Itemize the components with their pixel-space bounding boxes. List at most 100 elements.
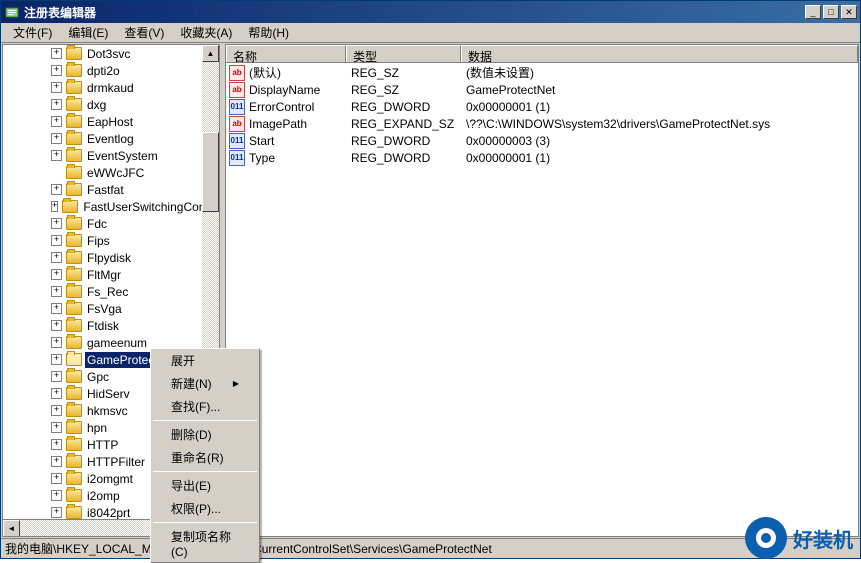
folder-icon [66, 268, 82, 281]
tree-item[interactable]: + Ftdisk [51, 317, 219, 334]
tree-item[interactable]: +Dot3svc [51, 45, 219, 62]
ctx-expand[interactable]: 展开 [151, 349, 259, 372]
tree-label: EapHost [85, 114, 135, 130]
tree-item[interactable]: +Fdc [51, 215, 219, 232]
tree-label: dpti2o [85, 63, 122, 79]
tree-expand-icon[interactable]: + [51, 116, 62, 127]
list-row[interactable]: 011ErrorControlREG_DWORD0x00000001 (1) [227, 98, 857, 115]
folder-icon [66, 234, 82, 247]
folder-icon [66, 149, 82, 162]
tree-expand-icon[interactable]: + [51, 252, 62, 263]
tree-expand-icon[interactable]: + [51, 473, 62, 484]
tree-expand-icon[interactable]: + [51, 507, 62, 518]
tree-expand-icon[interactable]: + [51, 320, 62, 331]
ctx-permissions[interactable]: 权限(P)... [151, 497, 259, 520]
ctx-new[interactable]: 新建(N)▶ [151, 372, 259, 395]
column-name[interactable]: 名称 [226, 45, 346, 62]
tree-item[interactable]: +Fastfat [51, 181, 219, 198]
tree-expand-icon[interactable]: + [51, 439, 62, 450]
value-name: Type [249, 151, 275, 165]
tree-label: eWWcJFC [85, 165, 146, 181]
close-button[interactable]: ✕ [841, 5, 857, 19]
tree-item[interactable]: +FastUserSwitchingCompatibility [51, 198, 219, 215]
watermark: 好装机 [745, 517, 853, 559]
folder-icon [66, 251, 82, 264]
tree-expand-icon[interactable]: + [51, 133, 62, 144]
tree-item[interactable]: +FsVga [51, 300, 219, 317]
scroll-left-button[interactable]: ◄ [3, 520, 20, 537]
folder-icon [66, 132, 82, 145]
maximize-button[interactable]: □ [823, 5, 839, 19]
tree-expand-icon[interactable]: + [51, 337, 62, 348]
tree-expand-icon[interactable]: + [51, 354, 62, 365]
tree-expand-icon[interactable]: + [51, 235, 62, 246]
tree-expand-icon[interactable]: + [51, 184, 62, 195]
tree-expand-icon[interactable]: + [51, 99, 62, 110]
tree-expand-icon[interactable]: + [51, 422, 62, 433]
menu-file[interactable]: 文件(F) [5, 22, 60, 43]
tree-label: HTTPFilter [85, 454, 147, 470]
ctx-rename[interactable]: 重命名(R) [151, 446, 259, 469]
list-row[interactable]: ab(默认)REG_SZ(数值未设置) [227, 64, 857, 81]
list-row[interactable]: 011TypeREG_DWORD0x00000001 (1) [227, 149, 857, 166]
string-value-icon: ab [229, 116, 245, 132]
tree-item[interactable]: +FltMgr [51, 266, 219, 283]
ctx-delete[interactable]: 删除(D) [151, 423, 259, 446]
ctx-find[interactable]: 查找(F)... [151, 395, 259, 418]
tree-expand-icon[interactable]: + [51, 490, 62, 501]
tree-item[interactable]: eWWcJFC [51, 164, 219, 181]
folder-icon [66, 421, 82, 434]
menu-edit[interactable]: 编辑(E) [60, 22, 116, 43]
tree-expand-icon[interactable]: + [51, 388, 62, 399]
scroll-thumb[interactable] [202, 132, 219, 212]
ctx-export[interactable]: 导出(E) [151, 474, 259, 497]
ctx-copykey[interactable]: 复制项名称(C) [151, 525, 259, 562]
tree-expand-icon[interactable]: + [51, 303, 62, 314]
ctx-separator [153, 471, 257, 472]
list-panel: 名称 类型 数据 ab(默认)REG_SZ(数值未设置)abDisplayNam… [225, 44, 859, 537]
tree-label: Ftdisk [85, 318, 121, 334]
tree-expand-icon[interactable]: + [51, 150, 62, 161]
tree-label: HTTP [85, 437, 120, 453]
value-data: 0x00000003 (3) [462, 134, 857, 148]
tree-expand-icon[interactable]: + [51, 371, 62, 382]
folder-icon [66, 455, 82, 468]
folder-icon [66, 387, 82, 400]
tree-expand-icon[interactable]: + [51, 218, 62, 229]
menu-view[interactable]: 查看(V) [116, 22, 172, 43]
scroll-up-button[interactable]: ▲ [202, 45, 219, 62]
tree-expand-icon[interactable]: + [51, 286, 62, 297]
tree-expand-icon[interactable]: + [51, 82, 62, 93]
tree-item[interactable]: +Eventlog [51, 130, 219, 147]
tree-label: Gpc [85, 369, 111, 385]
menu-help[interactable]: 帮助(H) [240, 22, 297, 43]
tree-item[interactable]: +Fs_Rec [51, 283, 219, 300]
ctx-separator [153, 522, 257, 523]
folder-icon [66, 98, 82, 111]
tree-expand-icon[interactable]: + [51, 405, 62, 416]
tree-expand-icon[interactable]: + [51, 65, 62, 76]
column-type[interactable]: 类型 [346, 45, 461, 62]
menu-favorites[interactable]: 收藏夹(A) [172, 22, 240, 43]
tree-item[interactable]: + drmkaud [51, 79, 219, 96]
menubar: 文件(F) 编辑(E) 查看(V) 收藏夹(A) 帮助(H) [1, 23, 860, 43]
list-row[interactable]: abImagePathREG_EXPAND_SZ\??\C:\WINDOWS\s… [227, 115, 857, 132]
tree-item[interactable]: + dpti2o [51, 62, 219, 79]
list-row[interactable]: 011StartREG_DWORD0x00000003 (3) [227, 132, 857, 149]
tree-expand-icon[interactable]: + [51, 456, 62, 467]
column-data[interactable]: 数据 [461, 45, 858, 62]
folder-icon [66, 370, 82, 383]
value-type: REG_EXPAND_SZ [347, 117, 462, 131]
tree-expand-icon[interactable]: + [51, 269, 62, 280]
tree-expand-icon[interactable]: + [51, 48, 62, 59]
tree-expand-icon[interactable]: + [51, 201, 58, 212]
tree-item[interactable]: +dxg [51, 96, 219, 113]
list-row[interactable]: abDisplayNameREG_SZGameProtectNet [227, 81, 857, 98]
value-name: ErrorControl [249, 100, 314, 114]
tree-item[interactable]: +Fips [51, 232, 219, 249]
tree-item[interactable]: +Flpydisk [51, 249, 219, 266]
tree-label: drmkaud [85, 80, 136, 96]
minimize-button[interactable]: _ [805, 5, 821, 19]
tree-item[interactable]: + EapHost [51, 113, 219, 130]
tree-item[interactable]: +EventSystem [51, 147, 219, 164]
